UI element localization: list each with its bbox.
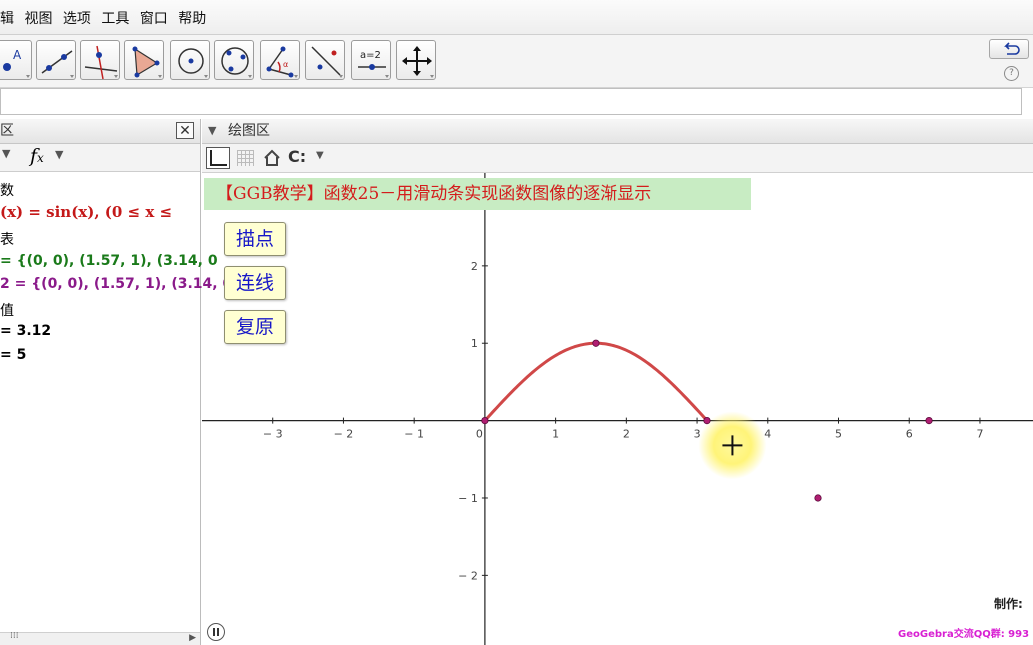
undo-button[interactable] [989, 39, 1029, 59]
point-tool-label: A [13, 48, 22, 62]
slider-tool-button[interactable]: a=2 [351, 40, 391, 80]
angle-icon: α [266, 46, 298, 78]
input-bar[interactable] [0, 88, 1022, 115]
x-tick-label: − 3 [263, 428, 283, 441]
svg-text:α: α [283, 60, 288, 69]
connect-button[interactable]: 连线 [224, 266, 286, 300]
menu-help[interactable]: 帮助 [178, 11, 206, 27]
menu-tools[interactable]: 工具 [101, 11, 129, 27]
x-tick-label: − 1 [404, 428, 424, 441]
qq-group-text: GeoGebra交流QQ群: 993 [898, 629, 1030, 640]
algebra-row-list-2[interactable]: 2 = {(0, 0), (1.57, 1), (3.14, 0 [0, 276, 232, 292]
algebra-row-number-1[interactable]: = 3.12 [0, 323, 51, 339]
menu-options[interactable]: 选项 [63, 11, 91, 27]
algebra-row-number-2[interactable]: = 5 [0, 347, 26, 363]
angle-tool-button[interactable]: α [260, 40, 300, 80]
x-tick-label: 2 [623, 428, 630, 441]
graphics-title: 绘图区 [228, 123, 270, 139]
algebra-style-bar: ▼ fx ▼ [0, 144, 200, 172]
axes-toggle-icon[interactable] [206, 147, 230, 169]
x-tick-label: − 2 [334, 428, 354, 441]
x-tick-label: 6 [906, 428, 913, 441]
reflect-tool-button[interactable] [305, 40, 345, 80]
sine-curve [483, 341, 708, 423]
graphics-style-bar: C: ▼ [202, 144, 1033, 173]
algebra-row-category-list: 表 [0, 232, 14, 248]
algebra-title: 区 [0, 123, 14, 139]
line-tool-icon [41, 50, 74, 78]
y-tick-label: 2 [471, 260, 478, 273]
algebra-scrollbar[interactable]: ⁞⁞⁞ ▶ [0, 631, 200, 645]
data-point [703, 417, 711, 425]
graphics-canvas[interactable]: − 3− 2− 101234567− 2− 1123 【GGB教学】函数25－用… [202, 173, 1033, 645]
reflect-line-icon [311, 46, 343, 78]
tool-bar: A α a=2 ? [0, 35, 1033, 88]
circle-three-points-icon [221, 47, 252, 78]
collapse-icon[interactable]: ▼ [208, 119, 216, 143]
capture-dropdown-icon[interactable]: ▼ [316, 150, 324, 161]
y-tick-label: 1 [471, 337, 478, 350]
menu-items: 辑 视图 选项 工具 窗口 帮助 [0, 8, 212, 28]
x-tick-label: 5 [835, 428, 842, 441]
y-tick-label: − 2 [458, 569, 478, 582]
axes: − 3− 2− 101234567− 2− 1123 [202, 173, 1033, 645]
scroll-right-icon[interactable]: ▶ [189, 633, 196, 643]
slider-tool-label: a=2 [360, 50, 381, 61]
author-credit: 制作: [994, 597, 1023, 611]
x-tick-label: 7 [976, 428, 983, 441]
point-tool-button[interactable]: A [0, 40, 32, 80]
sine-curve-path [483, 341, 708, 423]
data-point [925, 417, 933, 425]
algebra-row-function-f[interactable]: (x) = sin(x), (0 ≤ x ≤ [0, 203, 172, 221]
menu-window[interactable]: 窗口 [140, 11, 168, 27]
function-plot[interactable]: − 3− 2− 101234567− 2− 1123 [202, 173, 1033, 645]
menu-edit[interactable]: 辑 [0, 11, 14, 27]
title-banner: 【GGB教学】函数25－用滑动条实现函数图像的逐渐显示 [204, 178, 751, 210]
algebra-row-category-function: 数 [0, 183, 14, 199]
grid-toggle-icon[interactable] [237, 150, 254, 166]
help-icon[interactable]: ? [1004, 66, 1019, 81]
undo-icon [1004, 42, 1020, 55]
y-tick-label: − 1 [458, 492, 478, 505]
data-point [592, 339, 600, 347]
polygon-icon [132, 46, 162, 78]
data-point [814, 494, 822, 502]
perpendicular-line-icon [84, 45, 118, 80]
move-arrows-icon [402, 46, 434, 78]
graphics-title-bar: ▼ 绘图区 [202, 119, 1033, 144]
plot-points-button[interactable]: 描点 [224, 222, 286, 256]
fx-dropdown-icon[interactable]: ▼ [55, 148, 63, 161]
menu-view[interactable]: 视图 [24, 11, 52, 27]
home-icon[interactable] [262, 149, 282, 167]
reset-button[interactable]: 复原 [224, 310, 286, 344]
point-tool-icon: A [3, 48, 30, 78]
algebra-row-category-number: 值 [0, 303, 14, 319]
data-point [481, 417, 489, 425]
algebra-row-list-1[interactable]: = {(0, 0), (1.57, 1), (3.14, 0 [0, 253, 218, 269]
scroll-grip-icon: ⁞⁞⁞ [10, 631, 19, 641]
point-capture-icon[interactable]: C: [288, 147, 306, 166]
dropdown-icon[interactable]: ▼ [2, 147, 10, 160]
pause-animation-button[interactable] [207, 623, 225, 641]
algebra-title-bar: 区 ✕ [0, 119, 200, 144]
line-tool-button[interactable] [36, 40, 76, 80]
circle-center-icon [178, 48, 208, 78]
slider-icon: a=2 [358, 50, 389, 78]
circle-tool-button[interactable] [170, 40, 210, 80]
move-view-tool-button[interactable] [396, 40, 436, 80]
algebra-view: 区 ✕ ▼ fx ▼ 数 (x) = sin(x), (0 ≤ x ≤ 表 = … [0, 119, 232, 645]
menu-bar: 辑 视图 选项 工具 窗口 帮助 [0, 0, 1033, 35]
conic-tool-button[interactable] [214, 40, 254, 80]
polygon-tool-button[interactable] [124, 40, 164, 80]
perpendicular-tool-button[interactable] [80, 40, 120, 80]
close-icon[interactable]: ✕ [176, 122, 194, 139]
fx-icon[interactable]: fx [30, 145, 44, 167]
origin-label: 0 [476, 428, 483, 441]
graphics-view: ▼ 绘图区 C: ▼ − 3− 2− 101234567− 2− 1123 [202, 119, 1033, 645]
x-tick-label: 1 [552, 428, 559, 441]
